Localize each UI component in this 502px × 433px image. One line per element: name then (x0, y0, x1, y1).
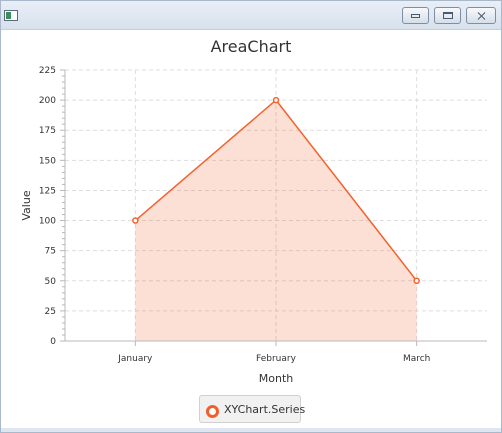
legend-series-label: XYChart.Series (224, 403, 306, 416)
area-chart: 0 25 50 75 100 125 150 175 200 225 January February… (20, 66, 487, 385)
legend-series-symbol (206, 405, 219, 418)
y-tick-label: 0 (50, 337, 56, 347)
y-tick-label: 200 (39, 96, 56, 106)
data-point (272, 96, 280, 104)
y-tick-label: 225 (39, 66, 56, 76)
y-tick-label: 25 (45, 307, 56, 317)
y-tick-label: 125 (39, 186, 56, 196)
y-axis-title: Value (20, 190, 33, 220)
y-tick-label: 150 (39, 156, 56, 166)
chart-legend: XYChart.Series (199, 395, 305, 423)
x-tick-label: January (117, 354, 153, 364)
window-bottom-border (1, 428, 501, 432)
x-axis-title: Month (259, 372, 294, 385)
data-point (132, 217, 139, 224)
y-tick-label: 50 (45, 277, 57, 287)
data-point (413, 277, 420, 285)
y-tick-label: 175 (39, 126, 56, 136)
x-tick-label: February (256, 354, 297, 364)
app-window: AreaChart 0 25 50 75 100 125 150 175 200 225 Janua… (0, 0, 502, 433)
y-tick-label: 100 (39, 217, 56, 227)
y-tick-label: 75 (45, 247, 56, 257)
x-tick-label: March (403, 354, 430, 364)
